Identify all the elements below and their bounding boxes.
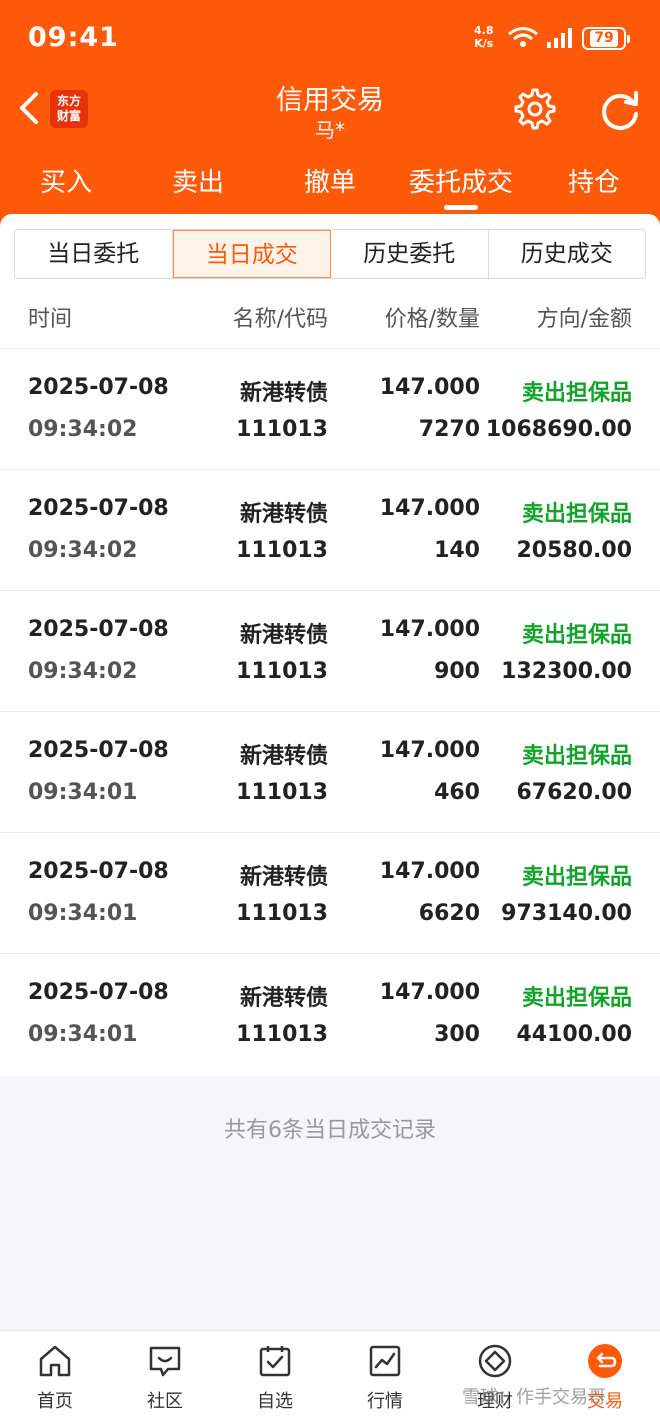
trade-direction: 卖出担保品: [521, 986, 632, 1011]
security-name: 新港转债: [239, 381, 328, 406]
trade-amount: 973140.00: [501, 901, 632, 926]
nav-watchlist[interactable]: 自选: [220, 1331, 330, 1420]
trade-price: 147.000: [379, 375, 480, 400]
segment-history-trades[interactable]: 历史成交: [489, 230, 646, 278]
wealth-icon: [478, 1344, 512, 1378]
tab-orders-trades[interactable]: 委托成交: [400, 160, 522, 206]
column-header-time: 时间: [28, 307, 73, 332]
security-code: 111013: [236, 538, 328, 563]
table-row[interactable]: 2025-07-08 09:34:01 新港转债 111013 147.000 …: [0, 954, 660, 1075]
trade-date: 2025-07-08: [28, 859, 169, 884]
column-header-price-qty: 价格/数量: [384, 307, 480, 332]
trade-direction: 卖出担保品: [521, 381, 632, 406]
gear-icon[interactable]: [514, 88, 556, 130]
record-type-segment: 当日委托 当日成交 历史委托 历史成交: [14, 229, 646, 279]
trade-amount: 44100.00: [516, 1022, 632, 1047]
trade-amount: 1068690.00: [485, 417, 632, 442]
trade-amount: 20580.00: [516, 538, 632, 563]
trade-price: 147.000: [379, 859, 480, 884]
table-row[interactable]: 2025-07-08 09:34:02 新港转债 111013 147.000 …: [0, 591, 660, 712]
trade-direction: 卖出担保品: [521, 502, 632, 527]
tab-buy[interactable]: 买入: [22, 160, 110, 206]
trade-icon: [588, 1344, 622, 1378]
community-icon: [149, 1346, 181, 1377]
column-header-direction-amount: 方向/金额: [536, 307, 632, 332]
network-speed: 4.8 K/s: [474, 24, 494, 50]
trade-direction: 卖出担保品: [521, 865, 632, 890]
trade-date: 2025-07-08: [28, 496, 169, 521]
table-row[interactable]: 2025-07-08 09:34:02 新港转债 111013 147.000 …: [0, 349, 660, 470]
security-name: 新港转债: [239, 986, 328, 1011]
trade-time: 09:34:02: [28, 659, 138, 684]
trade-direction: 卖出担保品: [521, 623, 632, 648]
security-code: 111013: [236, 1022, 328, 1047]
table-row[interactable]: 2025-07-08 09:34:02 新港转债 111013 147.000 …: [0, 470, 660, 591]
tab-sell[interactable]: 卖出: [154, 160, 242, 206]
refresh-icon[interactable]: [598, 88, 642, 132]
active-tab-indicator: [444, 205, 478, 210]
trade-direction: 卖出担保品: [521, 744, 632, 769]
trade-quantity: 7270: [418, 417, 480, 442]
trade-time: 09:34:02: [28, 417, 138, 442]
trade-time: 09:34:02: [28, 538, 138, 563]
segment-today-orders[interactable]: 当日委托: [15, 230, 173, 278]
trade-date: 2025-07-08: [28, 980, 169, 1005]
segment-today-trades[interactable]: 当日成交: [172, 230, 331, 278]
trade-time: 09:34:01: [28, 901, 138, 926]
trade-price: 147.000: [379, 617, 480, 642]
column-header-name-code: 名称/代码: [232, 307, 328, 332]
security-code: 111013: [236, 417, 328, 442]
account-name: 马*: [315, 118, 345, 142]
tab-positions[interactable]: 持仓: [550, 160, 638, 206]
trade-date: 2025-07-08: [28, 738, 169, 763]
home-icon: [39, 1345, 71, 1377]
watchlist-icon: [259, 1346, 291, 1377]
trade-time: 09:34:01: [28, 1022, 138, 1047]
trade-time: 09:34:01: [28, 780, 138, 805]
trade-date: 2025-07-08: [28, 375, 169, 400]
trade-date: 2025-07-08: [28, 617, 169, 642]
battery-indicator: 79: [582, 27, 630, 50]
trade-price: 147.000: [379, 738, 480, 763]
nav-home[interactable]: 首页: [0, 1331, 110, 1420]
record-count-text: 共有6条当日成交记录: [224, 1118, 436, 1143]
segment-history-orders[interactable]: 历史委托: [331, 230, 489, 278]
table-row[interactable]: 2025-07-08 09:34:01 新港转债 111013 147.000 …: [0, 833, 660, 954]
trade-amount: 132300.00: [501, 659, 632, 684]
page-title: 信用交易: [276, 85, 384, 116]
clock: 09:41: [28, 22, 119, 53]
security-code: 111013: [236, 901, 328, 926]
nav-market[interactable]: 行情: [330, 1331, 440, 1420]
trade-price: 147.000: [379, 496, 480, 521]
watermark: 雪球：作手交易哥: [462, 1387, 606, 1408]
security-name: 新港转债: [239, 502, 328, 527]
signal-icon: [547, 28, 572, 48]
trade-amount: 67620.00: [516, 780, 632, 805]
trade-quantity: 6620: [418, 901, 480, 926]
trade-tabs: 买入 卖出 撤单 委托成交 持仓: [0, 160, 660, 210]
trade-price: 147.000: [379, 980, 480, 1005]
security-code: 111013: [236, 659, 328, 684]
security-name: 新港转债: [239, 623, 328, 648]
trade-quantity: 140: [434, 538, 480, 563]
market-icon: [369, 1345, 401, 1377]
tab-cancel[interactable]: 撤单: [286, 160, 374, 206]
trade-list: 2025-07-08 09:34:02 新港转债 111013 147.000 …: [0, 349, 660, 1075]
security-name: 新港转债: [239, 865, 328, 890]
trade-quantity: 460: [434, 780, 480, 805]
nav-community[interactable]: 社区: [110, 1331, 220, 1420]
security-name: 新港转债: [239, 744, 328, 769]
trade-quantity: 300: [434, 1022, 480, 1047]
security-code: 111013: [236, 780, 328, 805]
wifi-icon: [508, 27, 538, 47]
status-bar: 09:41 4.8 K/s 79: [0, 0, 660, 80]
trade-quantity: 900: [434, 659, 480, 684]
table-row[interactable]: 2025-07-08 09:34:01 新港转债 111013 147.000 …: [0, 712, 660, 833]
